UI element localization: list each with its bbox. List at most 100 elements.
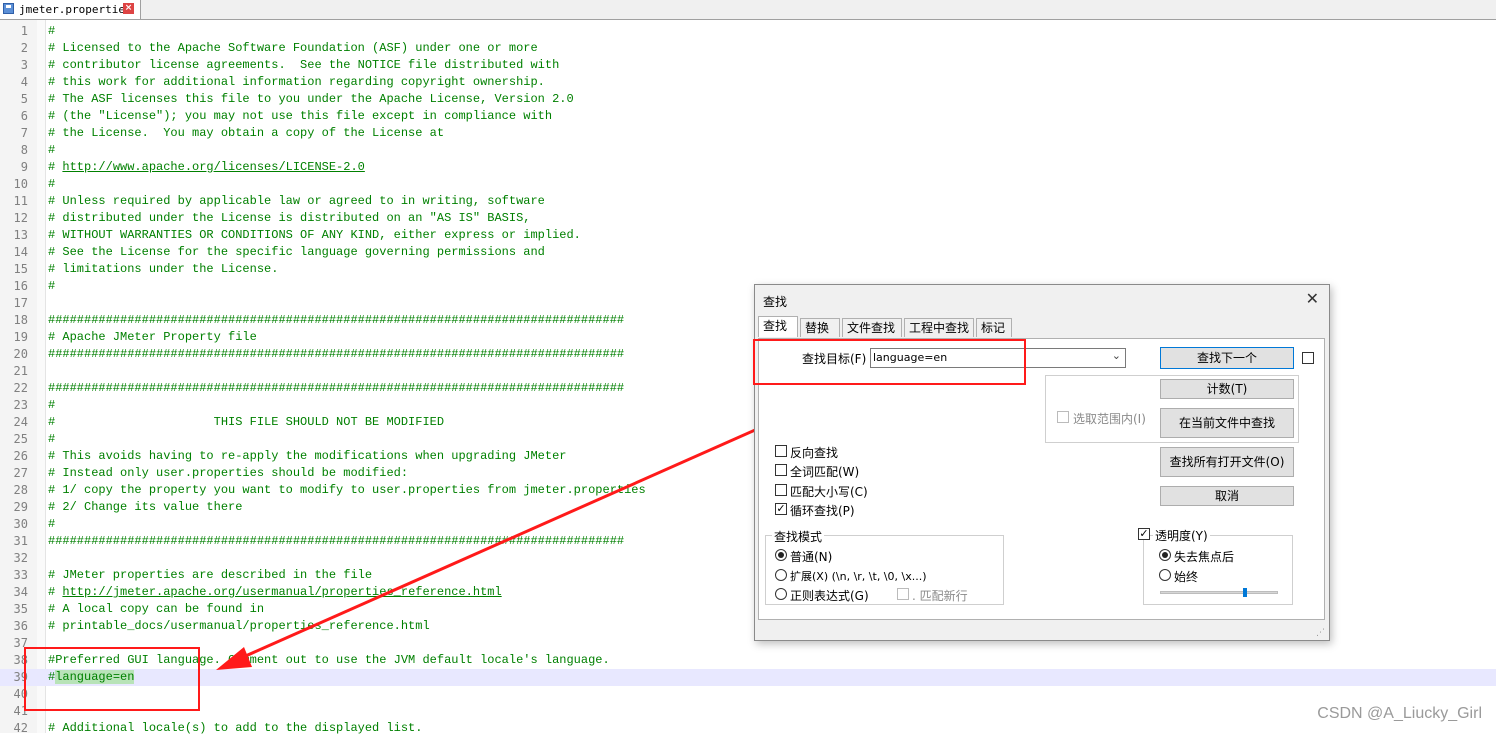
- line-number: 7: [20, 126, 28, 140]
- line-text: # printable_docs/usermanual/properties_r…: [48, 619, 430, 633]
- wrap-around-checkbox[interactable]: ✓: [775, 503, 787, 515]
- editor-line[interactable]: 1 #: [0, 23, 1496, 40]
- line-text: #: [48, 24, 56, 38]
- whole-word-label: 全词匹配(W): [790, 465, 860, 479]
- editor-line[interactable]: 12 # distributed under the License is dis…: [0, 210, 1496, 227]
- on-lose-focus-radio[interactable]: [1159, 549, 1171, 561]
- line-text: # the License. You may obtain a copy of …: [48, 126, 445, 140]
- line-text: # contributor license agreements. See th…: [48, 58, 560, 72]
- line-text: # WITHOUT WARRANTIES OR CONDITIONS OF AN…: [48, 228, 581, 242]
- file-tab[interactable]: jmeter.properties ×: [0, 0, 141, 19]
- cancel-button[interactable]: 取消: [1160, 486, 1294, 506]
- line-text: # limitations under the License.: [48, 262, 279, 276]
- match-case-label: 匹配大小写(C): [790, 485, 868, 499]
- line-number: 19: [13, 330, 28, 344]
- mode-extended-radio[interactable]: [775, 569, 787, 581]
- line-number: 35: [13, 602, 28, 616]
- tab-find[interactable]: 查找: [758, 316, 798, 337]
- mode-normal-radio[interactable]: [775, 549, 787, 561]
- line-text: # A local copy can be found in: [48, 602, 265, 616]
- editor-line[interactable]: 11 # Unless required by applicable law or…: [0, 193, 1496, 210]
- in-selection-label: 选取范围内(I): [1073, 412, 1146, 426]
- in-selection-checkbox: [1057, 411, 1069, 423]
- editor-line[interactable]: 4 # this work for additional information …: [0, 74, 1496, 91]
- line-text: # Additional locale(s) to add to the dis…: [48, 721, 423, 735]
- tab-find-in-project[interactable]: 工程中查找: [904, 318, 974, 337]
- tab-replace[interactable]: 替换: [800, 318, 840, 337]
- line-text: # This avoids having to re-apply the mod…: [48, 449, 567, 463]
- mode-normal-label: 普通(N): [790, 550, 833, 564]
- line-text: # Licensed to the Apache Software Founda…: [48, 41, 538, 55]
- line-text: # JMeter properties are described in the…: [48, 568, 373, 582]
- editor-line[interactable]: 41: [0, 703, 1496, 720]
- url-link[interactable]: http://www.apache.org/licenses/LICENSE-2…: [62, 160, 364, 174]
- line-text: # Apache JMeter Property file: [48, 330, 257, 344]
- line-text: # Instead only user.properties should be…: [48, 466, 409, 480]
- line-number: 20: [13, 347, 28, 361]
- line-text: # this work for additional information r…: [48, 75, 545, 89]
- editor-line[interactable]: 15 # limitations under the License.: [0, 261, 1496, 278]
- line-number: 18: [13, 313, 28, 327]
- line-number: 31: [13, 534, 28, 548]
- url-link[interactable]: http://jmeter.apache.org/usermanual/prop…: [62, 585, 501, 599]
- find-next-button[interactable]: 查找下一个: [1160, 347, 1294, 369]
- annotation-box-editor: [24, 647, 200, 711]
- annotation-box-find-field: [753, 339, 1026, 385]
- line-text: #: [48, 517, 56, 531]
- chevron-down-icon[interactable]: ⌄: [1112, 349, 1121, 362]
- count-button[interactable]: 计数(T): [1160, 379, 1294, 399]
- line-text: # Unless required by applicable law or a…: [48, 194, 545, 208]
- editor-line[interactable]: 8 #: [0, 142, 1496, 159]
- line-text: # 1/ copy the property you want to modif…: [48, 483, 646, 497]
- mode-regex-label: 正则表达式(G): [790, 589, 869, 603]
- backward-label: 反向查找: [790, 446, 839, 460]
- line-number: 30: [13, 517, 28, 531]
- line-number: 42: [13, 721, 28, 735]
- saved-file-icon: [3, 3, 14, 14]
- editor-line[interactable]: 13 # WITHOUT WARRANTIES OR CONDITIONS OF …: [0, 227, 1496, 244]
- line-number: 23: [13, 398, 28, 412]
- line-number: 15: [13, 262, 28, 276]
- tab-find-in-files[interactable]: 文件查找: [842, 318, 902, 337]
- line-text: # THIS FILE SHOULD NOT BE MODIFIED: [48, 415, 445, 429]
- editor-line[interactable]: 2 # Licensed to the Apache Software Found…: [0, 40, 1496, 57]
- resize-grip-icon[interactable]: ⋰: [1316, 628, 1325, 638]
- line-number: 33: [13, 568, 28, 582]
- dialog-close-icon[interactable]: ✕: [1306, 289, 1319, 308]
- line-number: 32: [13, 551, 28, 565]
- transparency-slider-track[interactable]: [1160, 588, 1278, 597]
- editor-line[interactable]: 14 # See the License for the specific lan…: [0, 244, 1496, 261]
- always-radio[interactable]: [1159, 569, 1171, 581]
- editor-line[interactable]: 40: [0, 686, 1496, 703]
- find-next-option-checkbox[interactable]: [1302, 352, 1314, 364]
- line-number: 8: [20, 143, 28, 157]
- transparency-checkbox[interactable]: ✓: [1138, 528, 1150, 540]
- editor-line[interactable]: 39 #language=en: [0, 669, 1496, 686]
- editor-line[interactable]: 5 # The ASF licenses this file to you und…: [0, 91, 1496, 108]
- editor-line[interactable]: 38 #Preferred GUI language. Comment out t…: [0, 652, 1496, 669]
- line-text: # distributed under the License is distr…: [48, 211, 531, 225]
- match-case-checkbox[interactable]: [775, 484, 787, 496]
- whole-word-checkbox[interactable]: [775, 464, 787, 476]
- editor-line[interactable]: 7 # the License. You may obtain a copy of…: [0, 125, 1496, 142]
- editor-line[interactable]: 9 # http://www.apache.org/licenses/LICENS…: [0, 159, 1496, 176]
- transparency-label: 透明度(Y): [1153, 527, 1210, 544]
- dialog-title: 查找: [763, 295, 788, 309]
- editor-line[interactable]: 6 # (the "License"); you may not use this…: [0, 108, 1496, 125]
- line-number: 1: [20, 24, 28, 38]
- tab-mark[interactable]: 标记: [976, 318, 1012, 337]
- backward-checkbox[interactable]: [775, 445, 787, 457]
- line-text: # 2/ Change its value there: [48, 500, 243, 514]
- line-text: # http://jmeter.apache.org/usermanual/pr…: [48, 585, 502, 599]
- transparency-slider-thumb[interactable]: [1243, 588, 1247, 597]
- line-text: #: [48, 279, 56, 293]
- line-number: 22: [13, 381, 28, 395]
- close-tab-icon[interactable]: ×: [123, 3, 134, 14]
- editor-line[interactable]: 42 # Additional locale(s) to add to the d…: [0, 720, 1496, 737]
- mode-regex-radio[interactable]: [775, 588, 787, 600]
- editor-line[interactable]: 3 # contributor license agreements. See t…: [0, 57, 1496, 74]
- line-text: # (the "License"); you may not use this …: [48, 109, 553, 123]
- find-in-current-file-button[interactable]: 在当前文件中查找: [1160, 408, 1294, 438]
- find-all-open-files-button[interactable]: 查找所有打开文件(O): [1160, 447, 1294, 477]
- editor-line[interactable]: 10 #: [0, 176, 1496, 193]
